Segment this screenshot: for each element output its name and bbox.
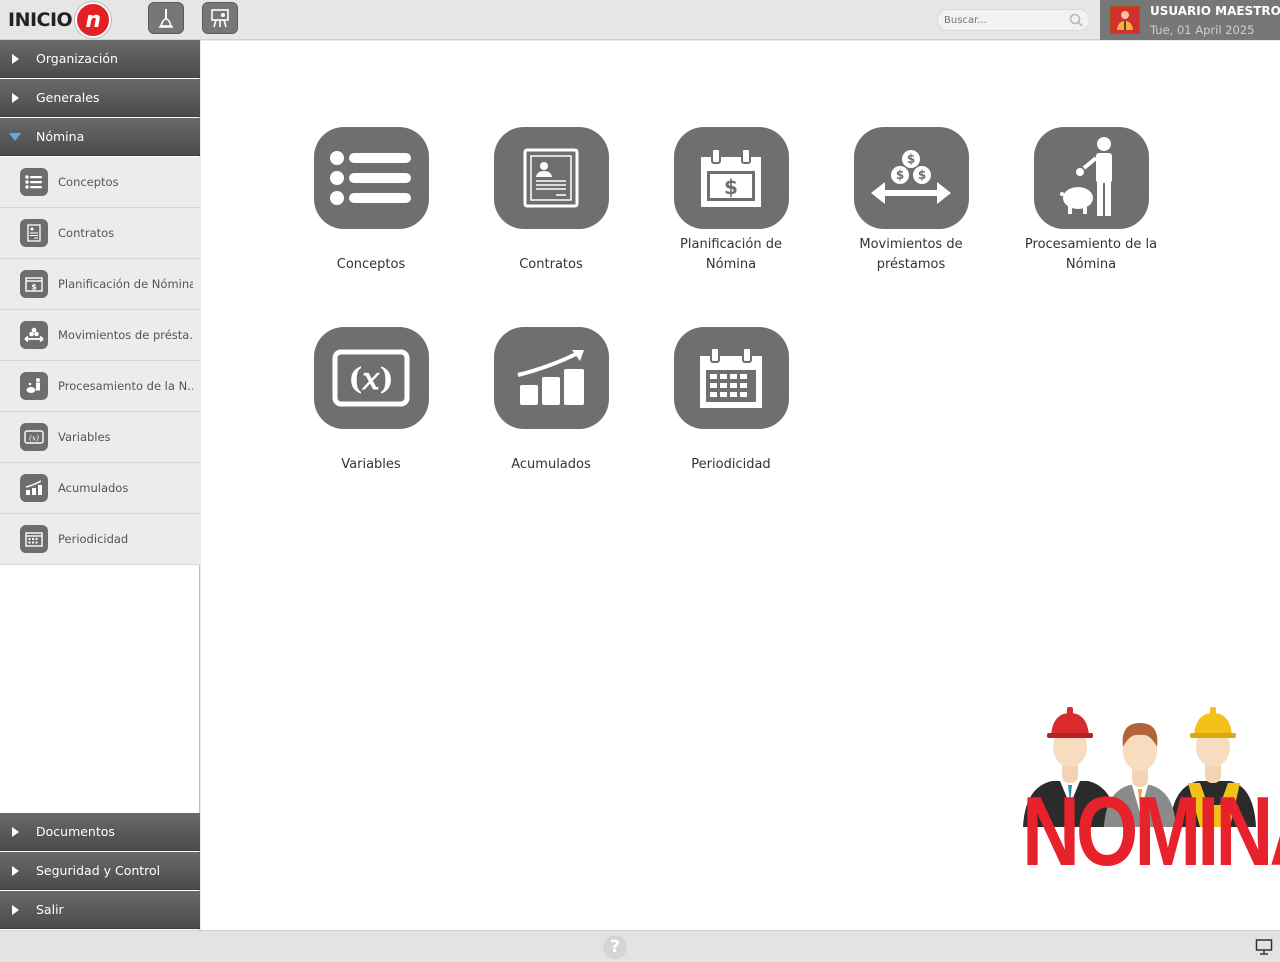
sidebar-section-label: Organización xyxy=(36,51,118,66)
search-icon[interactable] xyxy=(1069,13,1083,27)
calendar-icon xyxy=(20,525,48,553)
sidebar-item-label: Acumulados xyxy=(58,481,129,495)
sidebar: Organización Generales Nómina Conceptos … xyxy=(0,40,200,930)
sidebar-section-label: Generales xyxy=(36,90,100,105)
broom-button[interactable] xyxy=(148,2,184,34)
tile-contratos[interactable]: Contratos xyxy=(461,127,641,275)
presenter-button[interactable] xyxy=(202,2,238,34)
sidebar-item-label: Planificación de Nómina xyxy=(58,277,193,291)
sidebar-section-seguridad[interactable]: Seguridad y Control xyxy=(0,852,200,890)
sidebar-section-documentos[interactable]: Documentos xyxy=(0,813,200,851)
growth-chart-icon xyxy=(493,327,609,429)
search-input[interactable] xyxy=(944,13,1064,28)
expand-arrow-icon xyxy=(12,53,19,64)
sidebar-item-label: Procesamiento de la N... xyxy=(58,379,193,393)
svg-text:$: $ xyxy=(918,168,926,182)
growth-chart-icon xyxy=(20,474,48,502)
sidebar-section-label: Documentos xyxy=(36,824,115,839)
help-icon[interactable]: ? xyxy=(603,935,627,959)
tile-procesamiento[interactable]: Procesamiento de la Nómina xyxy=(1001,127,1181,275)
tile-label: Variables xyxy=(341,457,401,472)
tile-periodicidad[interactable]: Periodicidad xyxy=(641,327,821,475)
tile-conceptos[interactable]: Conceptos xyxy=(281,127,461,275)
tile-label: Procesamiento de la Nómina xyxy=(1024,237,1158,272)
svg-text:(x): (x) xyxy=(29,434,39,443)
nomina-brand-word: NOMINA xyxy=(1022,776,1280,886)
tile-label: Conceptos xyxy=(336,257,406,272)
svg-text:$: $ xyxy=(907,152,915,166)
tile-planificacion[interactable]: $ Planificación de Nómina xyxy=(641,127,821,275)
user-name: USUARIO MAESTRO xyxy=(1150,4,1280,18)
sidebar-section-label: Nómina xyxy=(36,129,85,144)
calendar-dollar-icon: $ xyxy=(673,127,789,229)
money-transfer-icon xyxy=(20,321,48,349)
svg-text:$: $ xyxy=(31,283,37,292)
calendar-icon xyxy=(673,327,789,429)
variable-icon: (x) xyxy=(20,423,48,451)
piggy-bank-icon xyxy=(20,372,48,400)
sidebar-item-label: Movimientos de présta... xyxy=(58,328,193,342)
logo-text: INICIO xyxy=(8,9,73,31)
variable-icon: (𝑥) xyxy=(313,327,429,429)
current-date: Tue, 01 April 2025 xyxy=(1150,23,1255,37)
sidebar-section-nomina[interactable]: Nómina xyxy=(0,118,200,156)
contract-icon xyxy=(20,219,48,247)
sidebar-item-label: Conceptos xyxy=(58,175,119,189)
presenter-icon xyxy=(211,9,229,28)
sidebar-section-generales[interactable]: Generales xyxy=(0,79,200,117)
avatar xyxy=(1110,6,1140,34)
monitor-icon[interactable] xyxy=(1255,938,1273,956)
sidebar-item-label: Periodicidad xyxy=(58,532,129,546)
sidebar-section-salir[interactable]: Salir xyxy=(0,891,200,929)
search-box[interactable] xyxy=(937,9,1090,31)
money-transfer-icon: $ $ $ xyxy=(853,127,969,229)
list-icon xyxy=(20,168,48,196)
tile-label: Movimientos de préstamos xyxy=(859,237,963,272)
user-panel[interactable]: USUARIO MAESTRO Tue, 01 April 2025 xyxy=(1100,0,1280,40)
tile-label: Planificación de Nómina xyxy=(680,237,782,272)
calendar-dollar-icon: $ xyxy=(20,270,48,298)
expand-arrow-icon xyxy=(12,826,19,837)
collapse-arrow-icon xyxy=(9,132,21,141)
tile-label: Acumulados xyxy=(511,457,591,472)
sidebar-item-planificacion[interactable]: $ Planificación de Nómina xyxy=(0,259,200,310)
sidebar-item-label: Contratos xyxy=(58,226,115,240)
sidebar-item-periodicidad[interactable]: Periodicidad xyxy=(0,514,200,565)
status-bar: ? xyxy=(0,930,1280,962)
tile-label: Contratos xyxy=(519,257,583,272)
logo-mark: n xyxy=(75,2,112,38)
expand-arrow-icon xyxy=(12,92,19,103)
sidebar-item-acumulados[interactable]: Acumulados xyxy=(0,463,200,514)
sidebar-item-movimientos[interactable]: Movimientos de présta... xyxy=(0,310,200,361)
svg-text:(𝑥): (𝑥) xyxy=(348,362,393,397)
contract-icon xyxy=(493,127,609,229)
sidebar-item-label: Variables xyxy=(58,430,111,444)
logo[interactable]: INICIO n xyxy=(8,2,112,38)
sidebar-item-variables[interactable]: (x) Variables xyxy=(0,412,200,463)
svg-text:$: $ xyxy=(896,168,904,182)
sidebar-item-procesamiento[interactable]: Procesamiento de la N... xyxy=(0,361,200,412)
tile-variables[interactable]: (𝑥) Variables xyxy=(281,327,461,475)
expand-arrow-icon xyxy=(12,904,19,915)
piggy-bank-icon xyxy=(1033,127,1149,229)
top-bar: INICIO n USUARIO MAESTRO Tue, 01 April 2… xyxy=(0,0,1280,40)
sidebar-item-conceptos[interactable]: Conceptos xyxy=(0,157,200,208)
sidebar-section-label: Seguridad y Control xyxy=(36,863,161,878)
broom-icon xyxy=(159,9,173,28)
tile-movimientos[interactable]: $ $ $ Movimientos de préstamos xyxy=(821,127,1001,275)
sidebar-section-label: Salir xyxy=(36,902,64,917)
user-avatar-icon xyxy=(1117,11,1133,30)
svg-text:$: $ xyxy=(724,175,738,199)
sidebar-item-contratos[interactable]: Contratos xyxy=(0,208,200,259)
tile-label: Periodicidad xyxy=(691,457,771,472)
tile-acumulados[interactable]: Acumulados xyxy=(461,327,641,475)
sidebar-section-organizacion[interactable]: Organización xyxy=(0,40,200,78)
list-icon xyxy=(313,127,429,229)
expand-arrow-icon xyxy=(12,865,19,876)
